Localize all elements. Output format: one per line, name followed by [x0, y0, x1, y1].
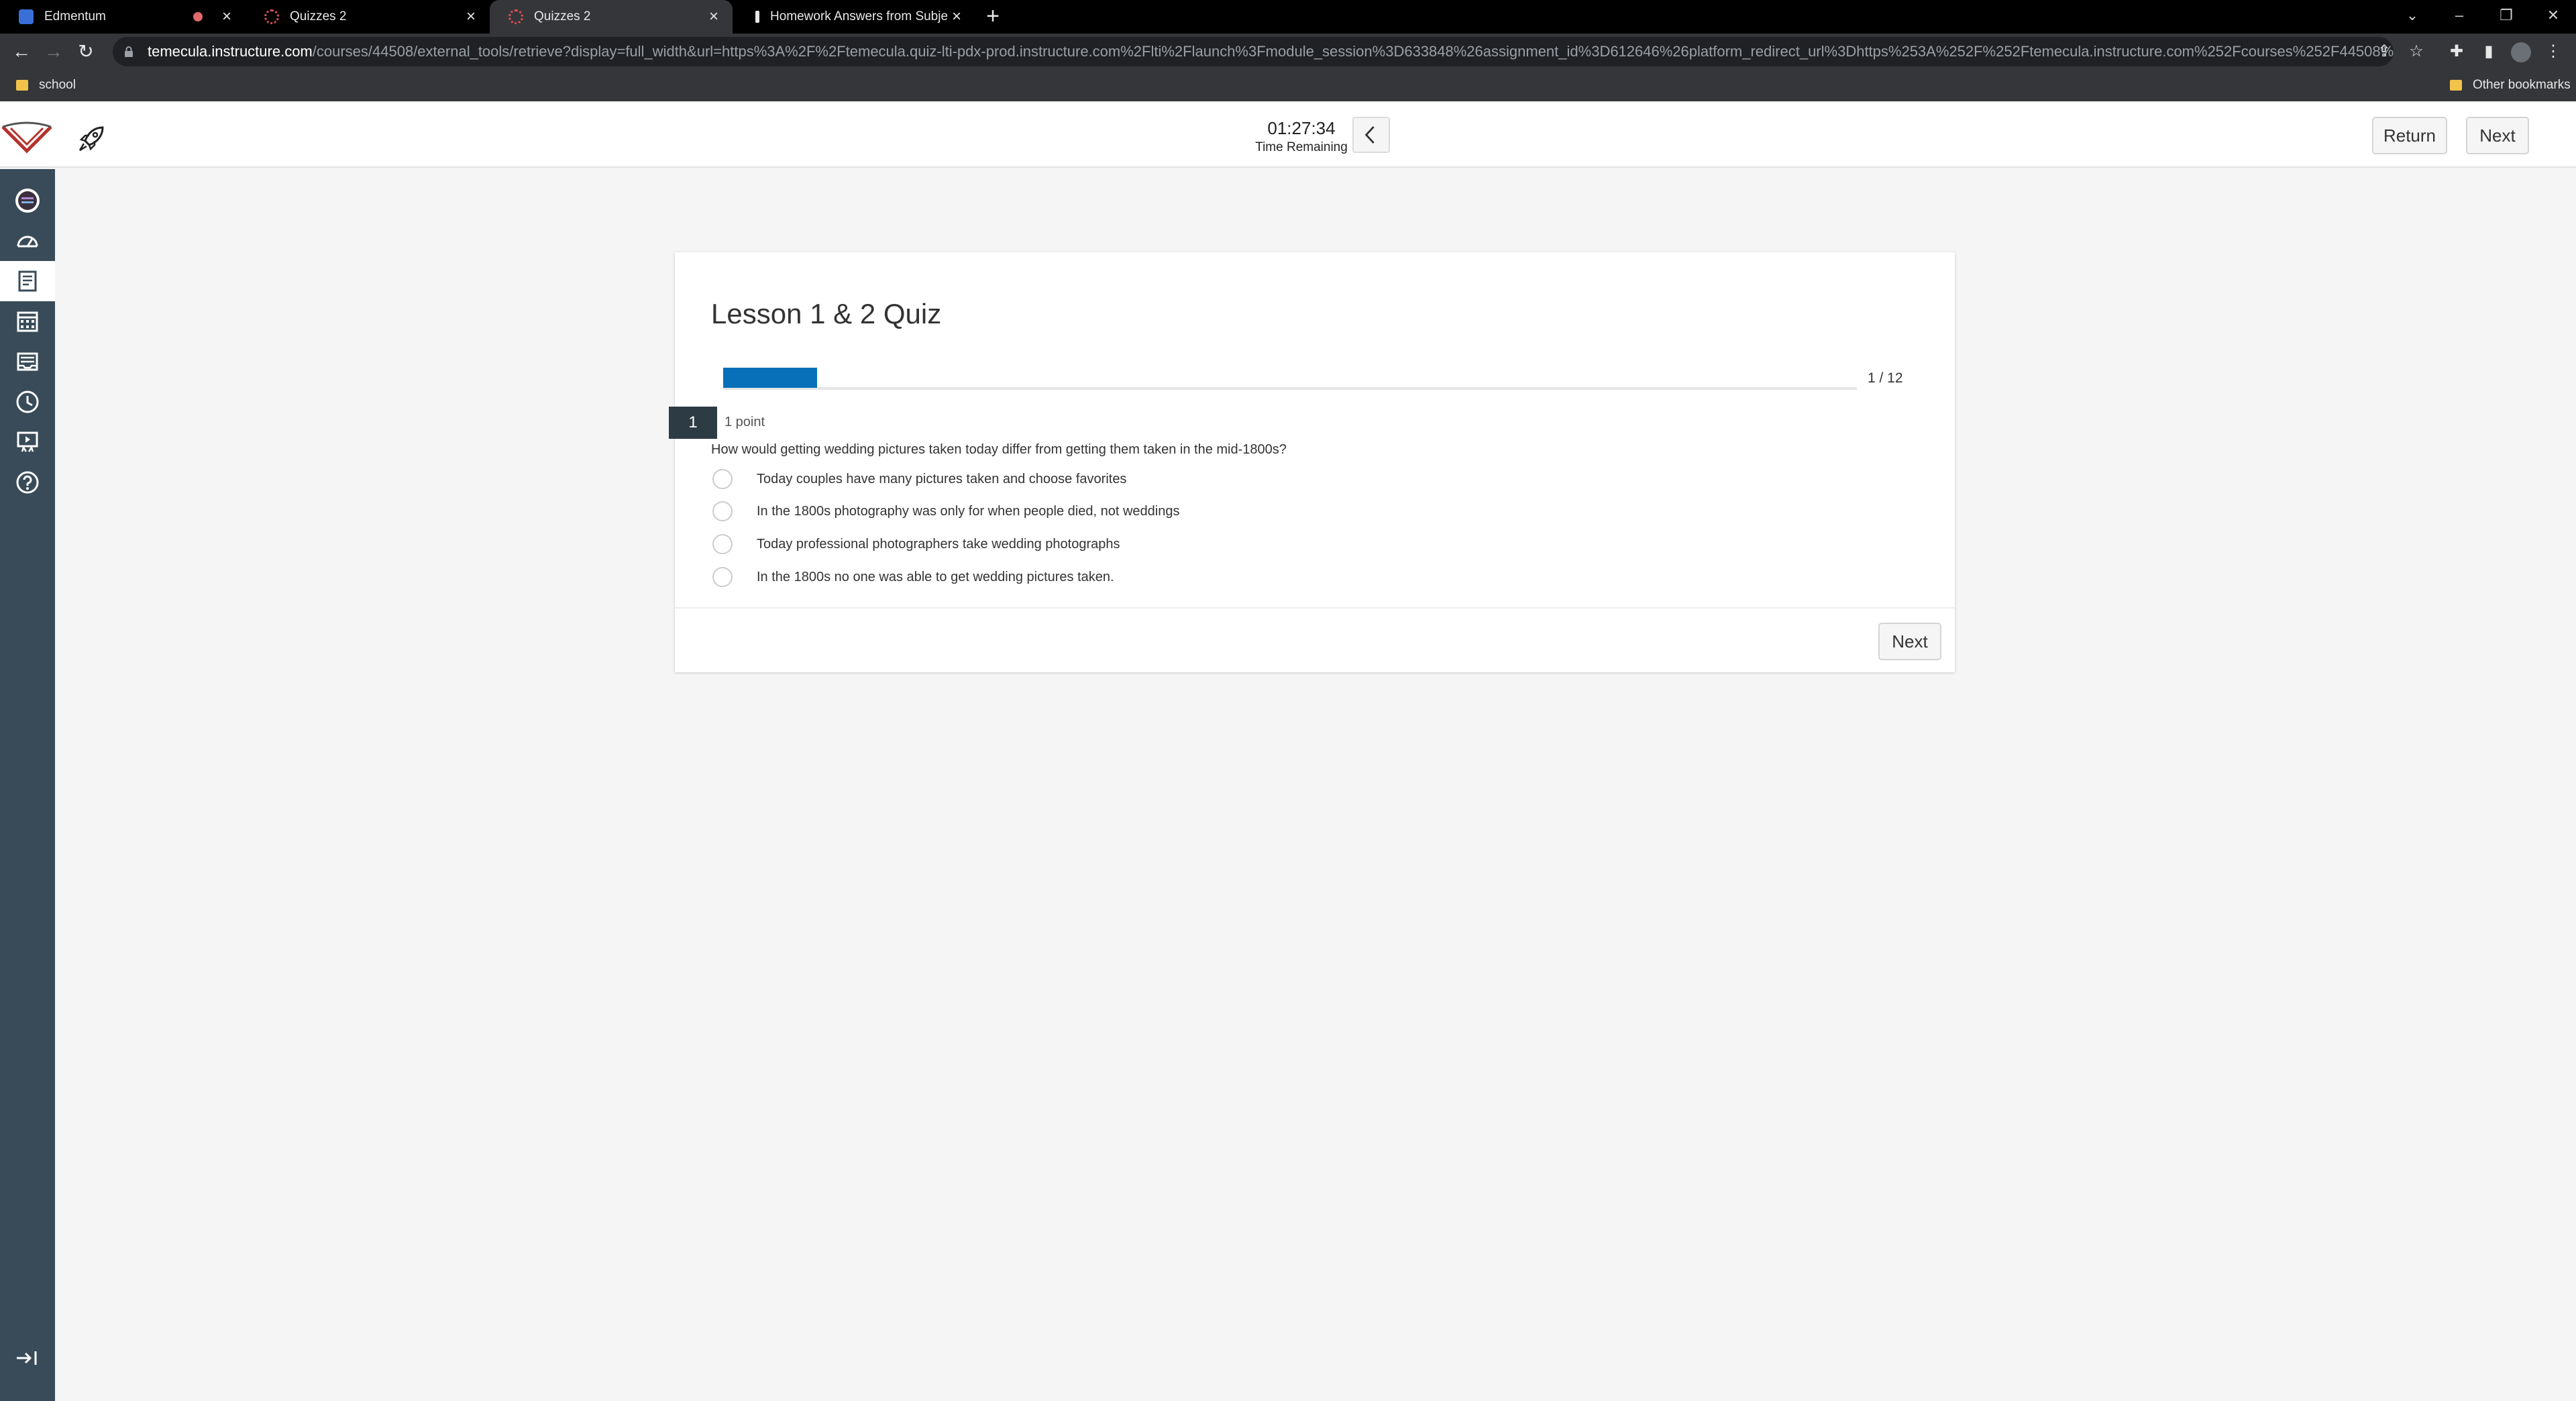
- question-points: 1 point: [724, 415, 765, 429]
- next-question-button[interactable]: Next: [1878, 623, 1941, 660]
- other-bookmarks[interactable]: Other bookmarks: [2450, 69, 2571, 101]
- tab-title: Edmentum: [44, 9, 106, 23]
- radio-button[interactable]: [712, 501, 733, 521]
- courses-icon: [18, 270, 37, 292]
- radio-button[interactable]: [712, 469, 733, 489]
- question-number-badge: 1: [669, 407, 717, 439]
- question-text: How would getting wedding pictures taken…: [711, 442, 1287, 457]
- close-tab-icon[interactable]: ×: [704, 7, 723, 26]
- minimize-icon[interactable]: –: [2439, 0, 2479, 34]
- collapse-timer-button[interactable]: [1352, 117, 1390, 153]
- tab-title: Quizzes 2: [290, 9, 347, 23]
- tab-quizzes-2[interactable]: Quizzes 2 ×: [246, 0, 490, 34]
- answer-option-text: Today couples have many pictures taken a…: [757, 471, 1127, 486]
- folder-icon: [16, 80, 28, 91]
- answer-option[interactable]: Today professional photographers take we…: [712, 532, 1120, 556]
- header-next-button[interactable]: Next: [2466, 117, 2529, 154]
- answer-option-text: Today professional photographers take we…: [757, 536, 1120, 552]
- answer-option[interactable]: In the 1800s photography was only for wh…: [712, 499, 1179, 523]
- tab-search-icon[interactable]: ⌄: [2392, 0, 2432, 34]
- bookmarks-bar: school Other bookmarks: [0, 69, 2576, 101]
- time-remaining: 01:27:34 Time Remaining: [1248, 118, 1355, 155]
- studio-icon: [17, 431, 38, 452]
- share-icon[interactable]: ⇪: [2371, 34, 2398, 69]
- folder-icon: [2450, 80, 2462, 91]
- sidebar-item-inbox[interactable]: [0, 342, 55, 382]
- answer-option[interactable]: In the 1800s no one was able to get wedd…: [712, 565, 1114, 589]
- answer-option-text: In the 1800s no one was able to get wedd…: [757, 569, 1114, 584]
- site-favicon-icon: [755, 11, 759, 23]
- sidebar-item-studio[interactable]: [0, 422, 55, 462]
- account-icon: [15, 189, 40, 213]
- bookmark-label: Other bookmarks: [2473, 78, 2571, 92]
- side-panel-icon[interactable]: ▮: [2475, 34, 2502, 69]
- answer-option-text: In the 1800s photography was only for wh…: [757, 503, 1180, 519]
- tab-title: Homework Answers from Subjec: [770, 9, 947, 23]
- close-window-icon[interactable]: ✕: [2533, 0, 2573, 34]
- rocket-icon[interactable]: [77, 123, 107, 153]
- tab-title: Quizzes 2: [534, 9, 591, 23]
- dashboard-icon: [17, 236, 38, 248]
- return-button[interactable]: Return: [2372, 117, 2447, 154]
- radio-button[interactable]: [712, 567, 733, 587]
- close-tab-icon[interactable]: ×: [462, 7, 480, 26]
- new-tab-button[interactable]: +: [981, 0, 1005, 34]
- chevron-left-icon: [1364, 126, 1375, 144]
- calendar-icon: [17, 311, 38, 332]
- recording-indicator-icon: [193, 12, 203, 21]
- bookmark-folder-school[interactable]: school: [16, 69, 76, 101]
- url-text: temecula.instructure.com/courses/44508/e…: [148, 43, 2394, 60]
- sidebar-item-account[interactable]: [0, 180, 55, 221]
- sidebar-item-dashboard[interactable]: [0, 221, 55, 261]
- address-bar[interactable]: temecula.instructure.com/courses/44508/e…: [113, 37, 2394, 66]
- progress-fill: [723, 368, 817, 388]
- help-icon: [16, 471, 39, 494]
- bookmark-label: school: [39, 78, 76, 92]
- timer-label: Time Remaining: [1255, 140, 1348, 154]
- card-divider: [675, 607, 1955, 609]
- close-tab-icon[interactable]: ×: [947, 7, 966, 26]
- extensions-icon[interactable]: ✚: [2443, 34, 2470, 69]
- answer-option[interactable]: Today couples have many pictures taken a…: [712, 467, 1126, 491]
- quiz-title: Lesson 1 & 2 Quiz: [711, 298, 942, 329]
- browser-menu-icon[interactable]: ⋮: [2540, 34, 2567, 69]
- progress-track: [723, 387, 1857, 390]
- radio-button[interactable]: [712, 534, 733, 554]
- back-icon[interactable]: ←: [7, 34, 36, 69]
- school-logo-icon[interactable]: [0, 120, 54, 154]
- sidebar-item-calendar[interactable]: [0, 301, 55, 342]
- forward-icon[interactable]: →: [39, 34, 68, 69]
- profile-avatar-icon[interactable]: [2508, 34, 2534, 69]
- restore-icon[interactable]: ❐: [2486, 0, 2526, 34]
- browser-tab-strip: Edmentum × Quizzes 2 × Quizzes 2 × Homew…: [0, 0, 2576, 34]
- reload-icon[interactable]: ↻: [71, 34, 101, 69]
- history-icon: [16, 391, 39, 413]
- timer-value: 01:27:34: [1267, 118, 1336, 138]
- collapse-nav-icon: [17, 1351, 37, 1365]
- quiz-header: 01:27:34 Time Remaining Return Next: [0, 103, 2576, 168]
- progress-label: 1 / 12: [1868, 370, 1903, 386]
- close-tab-icon[interactable]: ×: [217, 7, 236, 26]
- tab-homework-answers[interactable]: Homework Answers from Subjec ×: [733, 0, 975, 34]
- bookmark-star-icon[interactable]: ☆: [2403, 34, 2430, 69]
- sidebar-item-help[interactable]: [0, 462, 55, 503]
- edmentum-favicon-icon: [19, 9, 34, 24]
- canvas-favicon-icon: [508, 9, 523, 24]
- tab-quizzes-2-active[interactable]: Quizzes 2 ×: [490, 0, 733, 34]
- canvas-favicon-icon: [264, 9, 279, 24]
- global-nav-sidebar: [0, 169, 55, 1401]
- tab-edmentum[interactable]: Edmentum ×: [0, 0, 246, 34]
- quiz-card: Lesson 1 & 2 Quiz 1 / 12 1 1 point How w…: [669, 252, 1955, 672]
- sidebar-item-courses[interactable]: [0, 261, 55, 301]
- sidebar-collapse-button[interactable]: [0, 1338, 55, 1378]
- inbox-icon: [17, 352, 38, 371]
- sidebar-item-history[interactable]: [0, 382, 55, 422]
- lock-icon: [125, 46, 133, 57]
